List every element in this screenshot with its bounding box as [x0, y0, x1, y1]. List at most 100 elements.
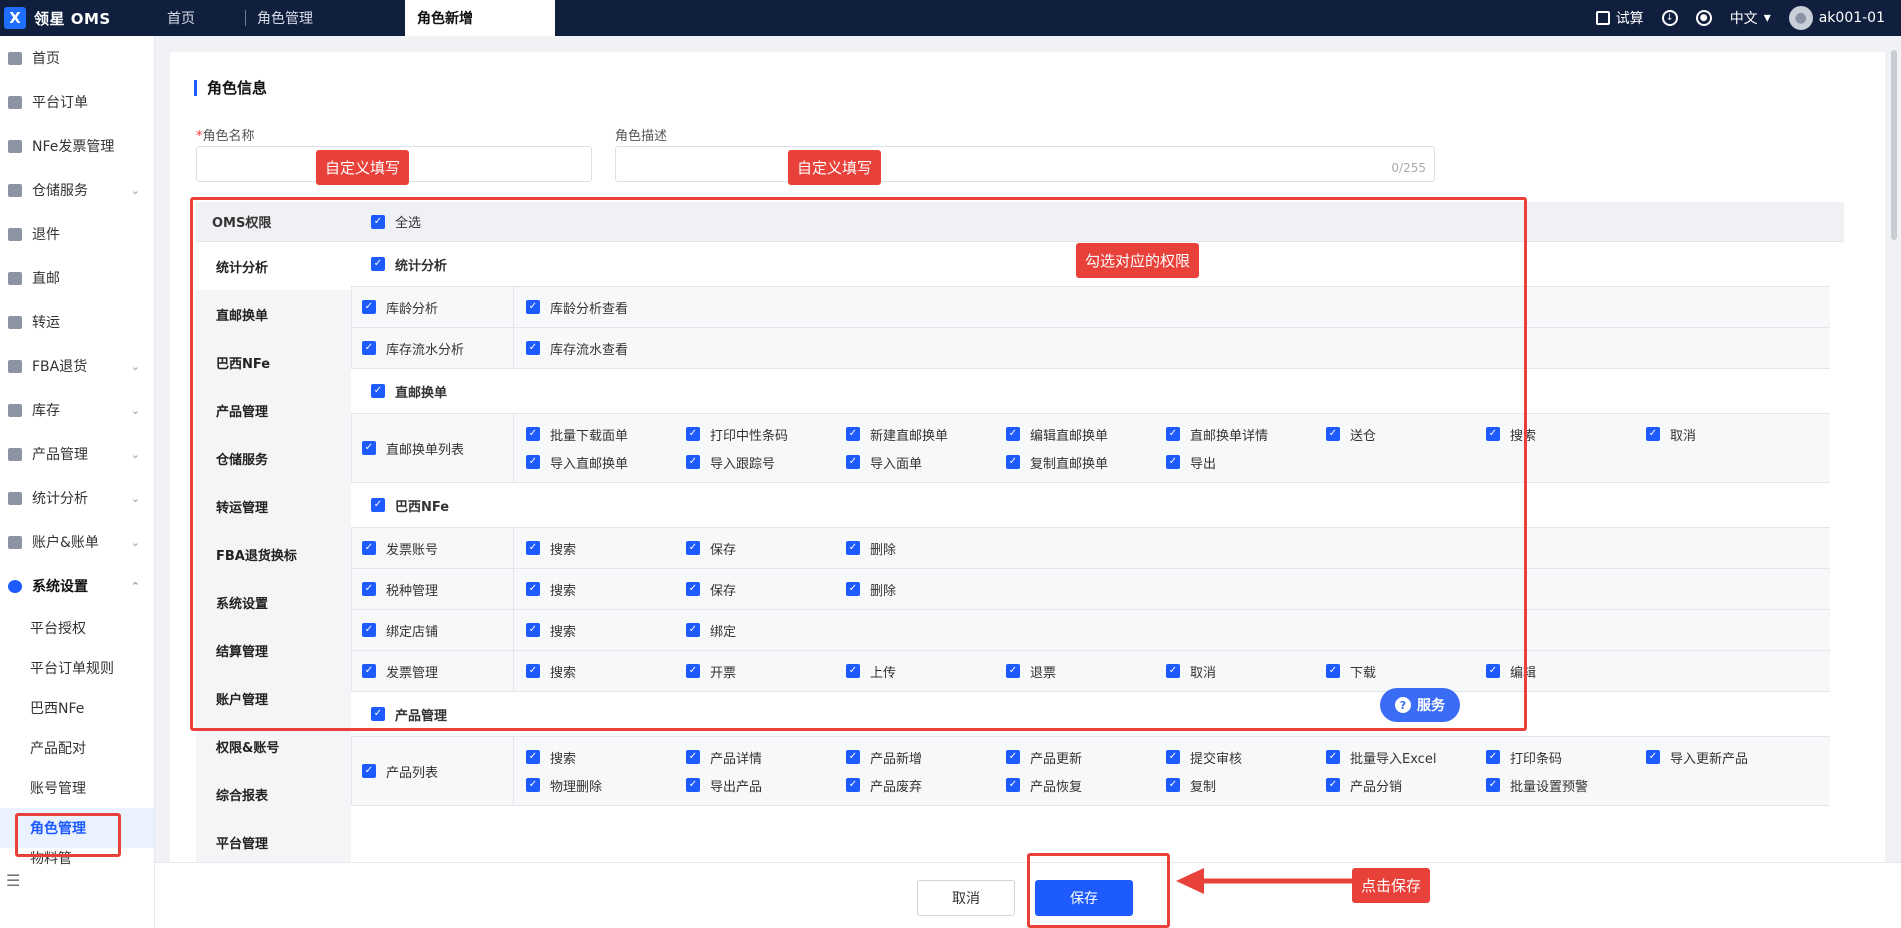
cancel-button[interactable]: 取消: [917, 880, 1015, 916]
option-checkbox[interactable]: ✓: [1326, 750, 1340, 764]
tab-bar: 首页 角色管理 角色新增: [155, 0, 555, 36]
page-scrollbar[interactable]: [1891, 50, 1897, 240]
sidebar-item-label: 库存: [32, 403, 60, 419]
option-checkbox[interactable]: ✓: [526, 750, 540, 764]
language-label: 中文: [1729, 11, 1758, 27]
permission-option[interactable]: ✓ 物理删除: [526, 771, 686, 799]
sidebar-item-label: 转运: [32, 315, 60, 331]
tab-home[interactable]: 首页: [155, 0, 245, 36]
help-icon: ?: [1395, 697, 1411, 713]
option-checkbox[interactable]: ✓: [846, 750, 860, 764]
annotation-save-hint: 点击保存: [1352, 868, 1431, 903]
sidebar-subitem-product-match[interactable]: 产品配对: [0, 728, 154, 768]
option-checkbox[interactable]: ✓: [1326, 778, 1340, 792]
option-checkbox[interactable]: ✓: [1006, 778, 1020, 792]
sidebar-subitem-platform-auth[interactable]: 平台授权: [0, 608, 154, 648]
option-checkbox[interactable]: ✓: [1646, 427, 1660, 441]
permission-option[interactable]: ✓ 复制: [1166, 771, 1326, 799]
sidebar-item-accounts-bills[interactable]: 账户&账单 ⌄: [0, 520, 154, 564]
user-menu[interactable]: ● ak001-01: [1788, 6, 1885, 30]
permission-option[interactable]: ✓ 批量设置预警: [1486, 771, 1646, 799]
chevron-up-icon: ⌃: [130, 579, 140, 593]
role-desc-textarea[interactable]: 0/255: [615, 146, 1435, 182]
module-platform[interactable]: 平台管理: [196, 818, 351, 866]
permission-option[interactable]: ✓ 导入更新产品: [1646, 743, 1806, 771]
sidebar-item-nfe-invoice[interactable]: NFe发票管理: [0, 124, 154, 168]
sidebar-subitem-account-management[interactable]: 账号管理: [0, 768, 154, 808]
sidebar-item-warehouse[interactable]: 仓储服务 ⌄: [0, 168, 154, 212]
tab-role-add[interactable]: 角色新增: [405, 0, 555, 36]
sidebar-item-direct-mail[interactable]: 直邮: [0, 256, 154, 300]
option-label: 取消: [1670, 428, 1697, 444]
language-select[interactable]: 中文 ▾: [1730, 8, 1771, 28]
option-label: 提交审核: [1190, 751, 1243, 767]
permission-option[interactable]: ✓ 产品详情: [686, 743, 846, 771]
option-label: 导出产品: [710, 779, 763, 795]
option-checkbox[interactable]: ✓: [1006, 750, 1020, 764]
sidebar-subitem-brazil-nfe[interactable]: 巴西NFe: [0, 688, 154, 728]
sidebar-item-fba-returns[interactable]: FBA退货 ⌄: [0, 344, 154, 388]
option-checkbox[interactable]: ✓: [1166, 778, 1180, 792]
logo-icon: X: [4, 7, 26, 29]
permission-row: ✓ 产品列表 ✓ 搜索 ✓ 产品详情 ✓ 产品新增 ✓ 产品更新 ✓ 提交审核 ✓ 批量导入Excel ✓ 打…: [351, 736, 1830, 806]
highlight-save-button: [1027, 853, 1170, 928]
option-checkbox[interactable]: ✓: [686, 750, 700, 764]
sidebar-item-products[interactable]: 产品管理 ⌄: [0, 432, 154, 476]
row-checkbox[interactable]: ✓: [362, 764, 376, 778]
mail-icon: [8, 271, 22, 285]
sidebar-item-label: 仓储服务: [32, 183, 88, 199]
permission-option[interactable]: ✓ 打印条码: [1486, 743, 1646, 771]
role-desc-label: 角色描述: [615, 129, 668, 144]
option-label: 产品废弃: [870, 779, 923, 795]
sidebar-item-home[interactable]: 首页: [0, 36, 154, 80]
gear-icon: ●: [1695, 10, 1712, 26]
tab-role-management[interactable]: 角色管理: [245, 0, 405, 36]
option-label: 产品详情: [710, 751, 763, 767]
collapse-sidebar-icon[interactable]: ☰: [6, 871, 20, 890]
sidebar-item-platform-orders[interactable]: 平台订单: [0, 80, 154, 124]
brand-name: 领星 OMS: [34, 9, 111, 28]
sidebar-item-returns[interactable]: 退件: [0, 212, 154, 256]
option-checkbox[interactable]: ✓: [1486, 750, 1500, 764]
sidebar-item-label: 产品管理: [32, 447, 88, 463]
permission-option[interactable]: ✓ 提交审核: [1166, 743, 1326, 771]
module-reports[interactable]: 综合报表: [196, 770, 351, 818]
service-label: 服务: [1417, 698, 1445, 714]
return-icon: [8, 227, 22, 241]
sidebar-item-transfer[interactable]: 转运: [0, 300, 154, 344]
option-checkbox[interactable]: ✓: [846, 778, 860, 792]
option-checkbox[interactable]: ✓: [1166, 750, 1180, 764]
permission-option[interactable]: ✓ 产品更新: [1006, 743, 1166, 771]
service-button[interactable]: ? 服务: [1380, 688, 1460, 722]
sidebar-item-system-settings[interactable]: 系统设置 ⌃: [0, 564, 154, 608]
download-button[interactable]: ↓: [1661, 10, 1678, 26]
warehouse-icon: [8, 183, 22, 197]
permission-option[interactable]: ✓ 产品新增: [846, 743, 1006, 771]
permission-option[interactable]: ✓ 搜索: [526, 743, 686, 771]
settings-button[interactable]: ●: [1695, 10, 1712, 26]
option-checkbox[interactable]: ✓: [1646, 750, 1660, 764]
permission-option[interactable]: ✓ 产品废弃: [846, 771, 1006, 799]
option-checkbox[interactable]: ✓: [1486, 778, 1500, 792]
option-label: 导入更新产品: [1670, 751, 1749, 767]
sidebar-item-label: 账户&账单: [32, 535, 99, 551]
option-checkbox[interactable]: ✓: [526, 778, 540, 792]
permission-option[interactable]: ✓ 取消: [1646, 420, 1806, 448]
sidebar-subitem-order-rules[interactable]: 平台订单规则: [0, 648, 154, 688]
top-right-actions: 试算 ↓ ● 中文 ▾ ● ak001-01: [1595, 0, 1885, 36]
option-label: 产品分销: [1350, 779, 1403, 795]
permission-option[interactable]: ✓ 产品恢复: [1006, 771, 1166, 799]
permission-option[interactable]: ✓ 产品分销: [1326, 771, 1486, 799]
calc-button[interactable]: 试算: [1595, 8, 1644, 28]
option-label: 产品更新: [1030, 751, 1083, 767]
permission-option[interactable]: ✓ 批量导入Excel: [1326, 743, 1486, 771]
permission-options: ✓ 搜索 ✓ 产品详情 ✓ 产品新增 ✓ 产品更新 ✓ 提交审核 ✓ 批量导入Excel ✓ 打印条码 ✓ 导…: [514, 737, 1830, 805]
sidebar-item-label: 退件: [32, 227, 60, 243]
sidebar-item-statistics[interactable]: 统计分析 ⌄: [0, 476, 154, 520]
option-checkbox[interactable]: ✓: [686, 778, 700, 792]
permission-option[interactable]: ✓ 导出产品: [686, 771, 846, 799]
sidebar-item-label: 系统设置: [32, 579, 88, 595]
highlight-role-management: [15, 813, 121, 857]
brand[interactable]: X 领星 OMS: [0, 0, 155, 36]
sidebar-item-stock[interactable]: 库存 ⌄: [0, 388, 154, 432]
